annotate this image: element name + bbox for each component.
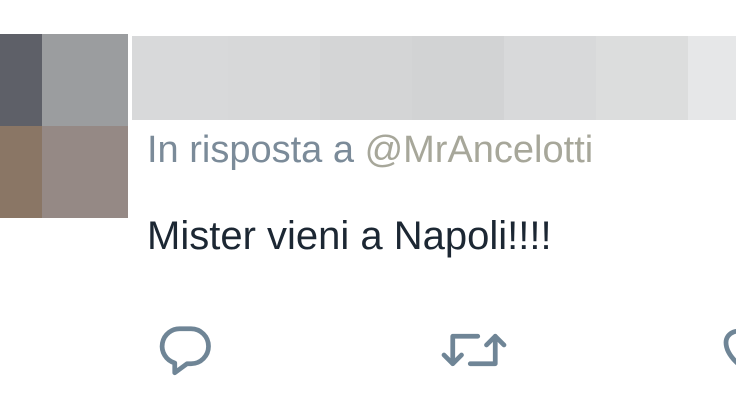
avatar-pixel xyxy=(0,34,42,126)
retweet-button[interactable] xyxy=(440,320,508,380)
name-pixel xyxy=(228,36,320,120)
author-name-redacted[interactable] xyxy=(132,36,736,120)
heart-icon xyxy=(723,329,736,366)
name-pixel xyxy=(320,36,412,120)
avatar-pixel xyxy=(0,126,42,218)
like-button[interactable] xyxy=(716,320,736,380)
reply-prefix: In risposta a xyxy=(147,129,354,171)
name-pixel xyxy=(596,36,688,120)
name-pixel xyxy=(132,36,228,120)
retweet-icon xyxy=(441,333,507,367)
reply-handle-link[interactable]: @MrAncelotti xyxy=(365,129,594,171)
reply-context: In risposta a @MrAncelotti xyxy=(147,124,593,176)
tweet-text: Mister vieni a Napoli!!!! xyxy=(147,214,552,258)
name-pixel xyxy=(688,36,736,120)
name-pixel xyxy=(504,36,596,120)
tweet-actions xyxy=(0,300,736,400)
avatar-pixel xyxy=(42,126,128,218)
reply-icon xyxy=(159,326,211,376)
avatar-pixel xyxy=(42,34,128,126)
reply-button[interactable] xyxy=(156,320,216,380)
name-pixel xyxy=(412,36,504,120)
avatar[interactable] xyxy=(0,34,128,218)
